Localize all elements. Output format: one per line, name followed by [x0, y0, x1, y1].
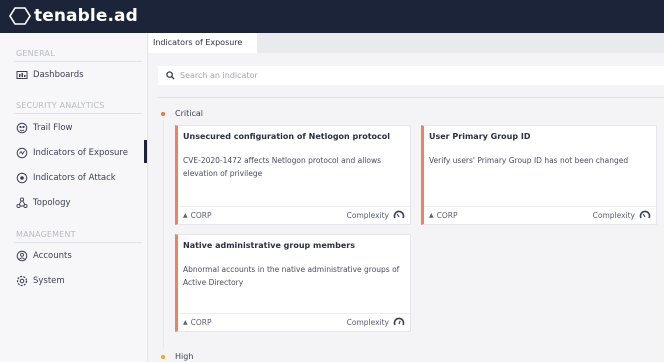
indicator-card[interactable]: Unsecured configuration of Netlogon prot…: [175, 125, 411, 225]
high-dot-icon: [161, 354, 165, 359]
topology-icon: [16, 197, 28, 209]
sidebar-item-topology[interactable]: Topology: [16, 197, 71, 209]
critical-dot-icon: [161, 111, 165, 116]
section-divider: [14, 61, 142, 62]
brand-name: tenable.ad: [34, 6, 138, 26]
severity-label: High: [175, 352, 194, 361]
accounts-icon: [16, 250, 28, 262]
sidebar-item-dashboards[interactable]: Dashboards: [16, 69, 84, 81]
exposure-icon: [16, 147, 28, 159]
trail-flow-icon: [16, 122, 28, 134]
triangle-icon: ▲: [429, 212, 434, 219]
attack-icon: [16, 172, 28, 184]
sidebar-item-label: Topology: [33, 198, 71, 208]
sidebar-item-indicators-of-exposure[interactable]: Indicators of Exposure: [16, 147, 128, 159]
section-divider: [14, 113, 142, 114]
sidebar-item-label: Trail Flow: [33, 123, 73, 133]
tab-strip: Indicators of Exposure: [148, 33, 664, 53]
card-title: Native administrative group members: [183, 241, 355, 250]
severity-critical[interactable]: Critical: [161, 109, 203, 118]
tab-indicators-of-exposure[interactable]: Indicators of Exposure: [148, 33, 257, 53]
severity-high[interactable]: High: [161, 352, 193, 361]
indicator-card[interactable]: User Primary Group ID Verify users' Prim…: [421, 125, 657, 225]
card-footer: ▲ CORP Complexity: [424, 206, 656, 224]
card-footer: ▲ CORP Complexity: [178, 206, 410, 224]
domain-label: CORP: [190, 211, 212, 220]
domain-tag: ▲ CORP: [183, 318, 212, 327]
section-heading-security-analytics: SECURITY ANALYTICS: [16, 101, 105, 110]
indicator-card[interactable]: Native administrative group members Abno…: [175, 234, 411, 332]
complexity-label: Complexity: [346, 210, 389, 220]
active-item-indicator: [144, 140, 147, 163]
domain-tag: ▲ CORP: [183, 211, 212, 220]
card-description: Abnormal accounts in the native administ…: [183, 265, 400, 287]
complexity-label: Complexity: [592, 210, 635, 220]
gauge-icon: [393, 317, 405, 326]
domain-tag: ▲ CORP: [429, 211, 458, 220]
sidebar-item-label: Indicators of Exposure: [33, 148, 128, 158]
card-description: CVE-2020-1472 affects Netlogon protocol …: [183, 156, 381, 178]
complexity-label: Complexity: [346, 317, 389, 327]
section-divider: [14, 242, 142, 243]
sidebar-item-label: Dashboards: [33, 70, 84, 80]
card-description: Verify users' Primary Group ID has not b…: [429, 156, 629, 165]
hexagon-logo-icon: [9, 7, 31, 25]
severity-label: Critical: [175, 109, 203, 118]
complexity-indicator: Complexity: [347, 209, 405, 221]
top-bar: tenable.ad: [0, 0, 664, 33]
triangle-icon: ▲: [183, 212, 188, 219]
complexity-indicator: Complexity: [347, 316, 405, 328]
dashboard-icon: [16, 69, 28, 81]
search-input[interactable]: [180, 71, 620, 80]
sidebar-item-label: Accounts: [33, 251, 72, 261]
domain-label: CORP: [190, 318, 212, 327]
section-heading-management: MANAGEMENT: [16, 230, 76, 239]
triangle-icon: ▲: [183, 319, 188, 326]
content-divider: [158, 97, 664, 98]
sidebar-item-trail-flow[interactable]: Trail Flow: [16, 122, 72, 134]
gauge-icon: [639, 210, 651, 219]
complexity-indicator: Complexity: [593, 209, 651, 221]
severity-timeline: [163, 120, 164, 348]
search-bar[interactable]: [158, 66, 664, 85]
sidebar-item-accounts[interactable]: Accounts: [16, 250, 72, 262]
domain-label: CORP: [436, 211, 458, 220]
sidebar-item-indicators-of-attack[interactable]: Indicators of Attack: [16, 172, 116, 184]
card-title: User Primary Group ID: [429, 132, 531, 141]
gear-icon: [16, 275, 28, 287]
sidebar-item-system[interactable]: System: [16, 275, 65, 287]
sidebar-item-label: Indicators of Attack: [33, 173, 116, 183]
section-heading-general: GENERAL: [16, 49, 55, 58]
card-footer: ▲ CORP Complexity: [178, 313, 410, 331]
sidebar-item-label: System: [33, 276, 65, 286]
brand-logo[interactable]: tenable.ad: [8, 4, 138, 28]
search-icon: [166, 71, 175, 80]
card-title: Unsecured configuration of Netlogon prot…: [183, 132, 390, 141]
gauge-icon: [393, 210, 405, 219]
